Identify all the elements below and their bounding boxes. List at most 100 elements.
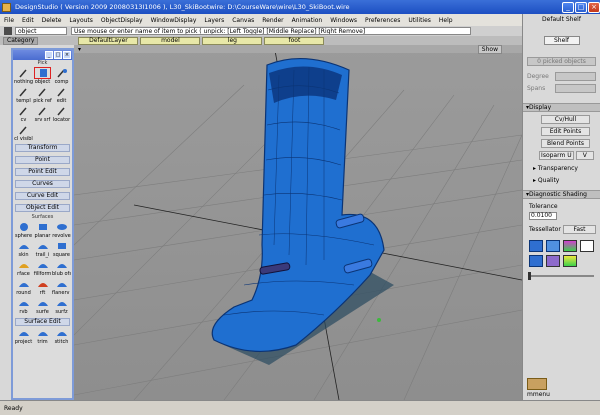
control-panel: Default Shelf Shelf 0 picked objects Deg… [522, 14, 600, 400]
revolve-icon[interactable] [53, 221, 70, 233]
spans-label: Spans [527, 85, 546, 92]
transparency-row[interactable]: ▸ Transparency [533, 165, 600, 172]
menu-edit[interactable]: Edit [22, 17, 34, 24]
palette-close-button[interactable]: × [63, 51, 71, 59]
pick-labels-3: cv srv srf locator [13, 117, 72, 123]
shade-mode-icon[interactable] [529, 240, 543, 252]
fillform-icon[interactable] [34, 259, 51, 271]
shade-mode-icon[interactable] [546, 255, 560, 267]
surface-edit-label: stitch [54, 339, 69, 345]
edit-points-button[interactable]: Edit Points [541, 127, 590, 136]
surfz-icon[interactable] [53, 297, 70, 309]
point-edit-section[interactable]: Point Edit [15, 168, 70, 176]
menu-windowdisplay[interactable]: WindowDisplay [151, 17, 197, 24]
menu-layers[interactable]: Layers [204, 17, 224, 24]
layer-foot[interactable]: foot [264, 36, 325, 45]
planar-icon[interactable] [34, 221, 51, 233]
menu-delete[interactable]: Delete [42, 17, 62, 24]
show-button[interactable]: Show [477, 44, 502, 54]
rft-icon[interactable] [34, 278, 51, 290]
degree-field[interactable] [555, 72, 596, 81]
category-button[interactable]: Category [3, 36, 39, 45]
flange-net-icon[interactable] [53, 278, 70, 290]
menu-layouts[interactable]: Layouts [69, 17, 93, 24]
menu-windows[interactable]: Windows [330, 17, 357, 24]
viewport-menu[interactable]: ▾ [78, 46, 81, 53]
marking-menu-icon[interactable] [527, 378, 547, 390]
menu-utilities[interactable]: Utilities [408, 17, 431, 24]
surface-fillet-icon[interactable] [15, 259, 32, 271]
blend-points-button[interactable]: Blend Points [541, 139, 590, 148]
shade-mode-icon[interactable] [580, 240, 594, 252]
diagnostic-section-title[interactable]: ▾ Diagnostic Shading [523, 190, 600, 199]
surface-edit-section[interactable]: Surface Edit [15, 318, 70, 326]
pick-locator-icon[interactable] [53, 105, 70, 117]
cv-hull-button[interactable]: Cv/Hull [541, 115, 590, 124]
perspective-viewport[interactable]: ▾ Show [73, 44, 523, 401]
shading-slider[interactable] [528, 272, 594, 280]
menu-render[interactable]: Render [262, 17, 283, 24]
project-icon[interactable] [15, 327, 32, 339]
rail-icon[interactable] [34, 240, 51, 252]
menu-file[interactable]: File [4, 17, 14, 24]
shelf-tab[interactable]: Shelf [543, 36, 580, 45]
stitch-icon[interactable] [53, 327, 70, 339]
close-button[interactable]: × [588, 1, 600, 13]
layer-default[interactable]: DefaultLayer [78, 36, 139, 45]
marking-menu-label: mmenu [527, 391, 550, 398]
display-section-title[interactable]: ▾ Display [523, 103, 600, 112]
spans-field[interactable] [555, 84, 596, 93]
pick-object-icon[interactable] [34, 67, 51, 79]
pick-mode-field[interactable]: object [15, 27, 67, 35]
menu-canvas[interactable]: Canvas [232, 17, 254, 24]
pick-edit-icon[interactable] [53, 86, 70, 98]
viewport-header: ▾ Show [74, 44, 522, 54]
pick-component-icon[interactable] [53, 67, 70, 79]
surface-label: rface [17, 271, 30, 277]
shade-mode-icon[interactable] [563, 240, 577, 252]
object-edit-section[interactable]: Object Edit [15, 204, 70, 212]
menu-preferences[interactable]: Preferences [365, 17, 400, 24]
shade-mode-icon[interactable] [563, 255, 577, 267]
square-icon[interactable] [53, 240, 70, 252]
tool-palette: _ □ × Pick nothing object comp templ pic… [11, 48, 74, 400]
tolerance-field[interactable]: 0.0100 [529, 212, 557, 220]
trim-icon[interactable] [34, 327, 51, 339]
blub-ofs-icon[interactable] [53, 259, 70, 271]
palette-maximize-button[interactable]: □ [54, 51, 62, 59]
prompt-line[interactable]: Use mouse or enter name of item to pick … [71, 27, 471, 35]
pick-template-icon[interactable] [15, 86, 32, 98]
pick-ref-icon[interactable] [34, 86, 51, 98]
tessellator-dropdown[interactable]: Fast [563, 225, 596, 234]
transform-section[interactable]: Transform [15, 144, 70, 152]
curves-section[interactable]: Curves [15, 180, 70, 188]
isoparm-v-button[interactable]: V [575, 151, 594, 160]
layer-leg[interactable]: leg [202, 36, 263, 45]
pick-nothing-icon[interactable] [15, 67, 32, 79]
default-shelf-label[interactable]: Default Shelf [523, 14, 600, 34]
slider-thumb[interactable] [528, 272, 531, 280]
shade-mode-icon[interactable] [546, 240, 560, 252]
rvb-icon[interactable] [15, 297, 32, 309]
quality-row[interactable]: ▸ Quality [533, 177, 600, 184]
point-section[interactable]: Point [15, 156, 70, 164]
round-icon[interactable] [15, 278, 32, 290]
skin-icon[interactable] [15, 240, 32, 252]
menu-objectdisplay[interactable]: ObjectDisplay [101, 17, 143, 24]
pick-curve-on-surface-icon[interactable] [34, 105, 51, 117]
sphere-icon[interactable] [15, 221, 32, 233]
menu-help[interactable]: Help [439, 17, 453, 24]
menu-animation[interactable]: Animation [292, 17, 323, 24]
maximize-button[interactable]: □ [575, 1, 587, 13]
isoparm-u-button[interactable]: Isoparm U [539, 151, 574, 160]
surface-label: fillform [33, 271, 52, 277]
surfe-icon[interactable] [34, 297, 51, 309]
shade-mode-icon[interactable] [529, 255, 543, 267]
pick-visible-icon[interactable] [15, 124, 32, 136]
layer-model[interactable]: model [140, 36, 201, 45]
minimize-button[interactable]: _ [562, 1, 574, 13]
curve-edit-section[interactable]: Curve Edit [15, 192, 70, 200]
palette-minimize-button[interactable]: _ [45, 51, 53, 59]
pick-icons-1 [13, 67, 72, 79]
pick-cv-icon[interactable] [15, 105, 32, 117]
